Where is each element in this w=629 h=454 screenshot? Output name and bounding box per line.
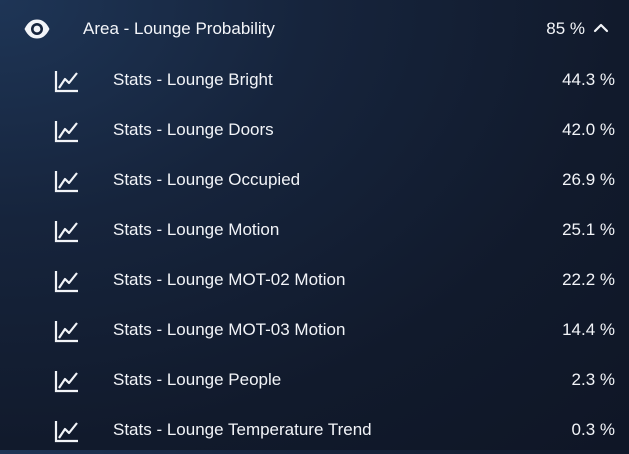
row-value: 25.1 % (562, 220, 615, 239)
chart-line-icon (54, 269, 80, 293)
list-item[interactable]: Stats - Lounge Occupied 26.9 % (0, 154, 629, 204)
row-value: 14.4 % (562, 320, 615, 339)
chart-line-icon (54, 369, 80, 393)
row-label: Stats - Lounge MOT-03 Motion (113, 320, 346, 339)
row-value: 22.2 % (562, 270, 615, 289)
chart-line-icon (54, 169, 80, 193)
chart-line-icon (54, 119, 80, 143)
chart-line-icon (54, 69, 80, 93)
list-item[interactable]: Stats - Lounge Motion 25.1 % (0, 204, 629, 254)
list-item[interactable]: Stats - Lounge People 2.3 % (0, 354, 629, 404)
row-label: Stats - Lounge Bright (113, 70, 273, 89)
header-value: 85 % (546, 19, 585, 38)
list-item[interactable]: Stats - Lounge Bright 44.3 % (0, 54, 629, 104)
row-label: Stats - Lounge Temperature Trend (113, 420, 372, 439)
row-label: Stats - Lounge Occupied (113, 170, 301, 189)
row-value: 44.3 % (562, 70, 615, 89)
row-value: 2.3 % (571, 370, 615, 389)
list-item[interactable]: Stats - Lounge Doors 42.0 % (0, 104, 629, 154)
area-probability-header[interactable]: Area - Lounge Probability 85 % (0, 6, 629, 52)
list-item[interactable]: Stats - Lounge MOT-02 Motion 22.2 % (0, 254, 629, 304)
chart-line-icon (54, 219, 80, 243)
entity-panel: Area - Lounge Probability 85 % Stats - L… (0, 0, 629, 450)
row-label: Stats - Lounge Doors (113, 120, 274, 139)
row-value: 0.3 % (571, 420, 615, 439)
row-label: Stats - Lounge Motion (113, 220, 280, 239)
chart-line-icon (54, 419, 80, 443)
row-value: 26.9 % (562, 170, 615, 189)
chart-line-icon (54, 319, 80, 343)
row-label: Stats - Lounge MOT-02 Motion (113, 270, 346, 289)
row-value: 42.0 % (562, 120, 615, 139)
list-item[interactable]: Stats - Lounge Temperature Trend 0.3 % (0, 404, 629, 454)
row-label: Stats - Lounge People (113, 370, 282, 389)
eye-icon (23, 17, 51, 41)
chevron-up-icon[interactable] (593, 21, 609, 35)
list-item[interactable]: Stats - Lounge MOT-03 Motion 14.4 % (0, 304, 629, 354)
header-title: Area - Lounge Probability (83, 19, 275, 38)
